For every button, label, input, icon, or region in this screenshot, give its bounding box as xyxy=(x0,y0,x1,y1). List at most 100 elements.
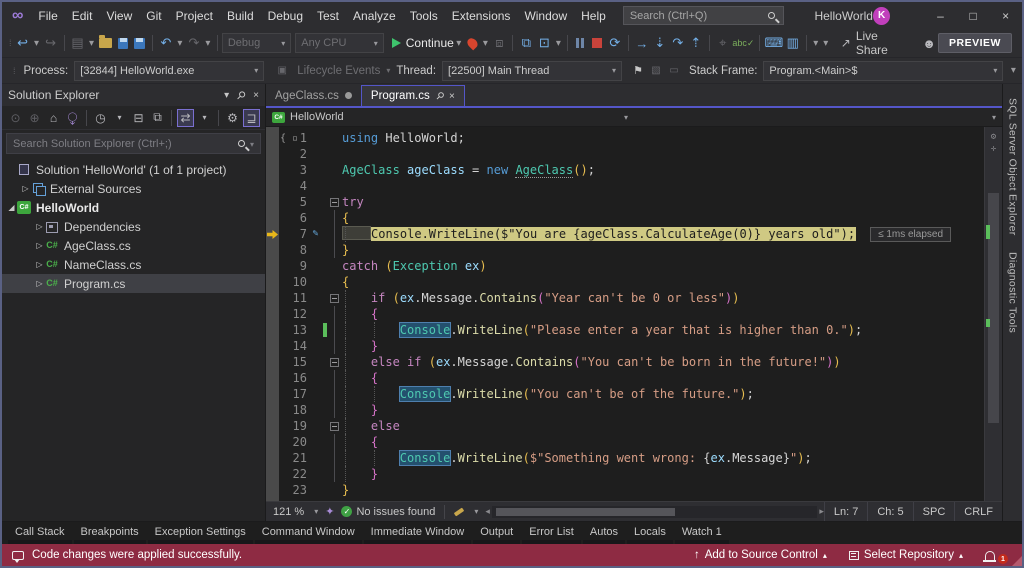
tool-tab-breakpoints[interactable]: Breakpoints xyxy=(73,525,146,544)
open-file-icon[interactable] xyxy=(99,35,112,48)
new-project-dropdown[interactable]: ▾ xyxy=(87,33,95,53)
navigate-back-dropdown[interactable]: ▾ xyxy=(33,33,41,53)
debugbar-overflow[interactable]: ▾ xyxy=(1009,61,1017,81)
collapse-all-icon[interactable]: ⊟ xyxy=(130,109,147,127)
search-input[interactable]: Search (Ctrl+Q) xyxy=(622,6,785,25)
outlining-margin[interactable] xyxy=(328,210,342,226)
breakpoint-gutter[interactable] xyxy=(266,386,279,402)
outlining-margin[interactable] xyxy=(328,178,342,194)
add-to-source-control-button[interactable]: ↑ Add to Source Control ▴ xyxy=(694,549,827,561)
breakpoint-gutter[interactable] xyxy=(266,194,279,210)
outlining-margin[interactable] xyxy=(328,386,342,402)
tool-tab-output[interactable]: Output xyxy=(473,525,521,544)
hot-reload-dropdown[interactable]: ▾ xyxy=(481,33,489,53)
account-avatar[interactable]: K xyxy=(872,6,891,25)
line-indicator[interactable]: Ln: 7 xyxy=(823,502,867,521)
tool-tab-autos[interactable]: Autos xyxy=(582,525,626,544)
step-out-icon[interactable]: ⇡ xyxy=(688,33,704,53)
intellisense-icon[interactable]: ✦ xyxy=(325,505,334,518)
breakpoint-gutter[interactable] xyxy=(266,306,279,322)
menu-item-build[interactable]: Build xyxy=(220,2,261,29)
tool-tab-command-window[interactable]: Command Window xyxy=(254,525,362,544)
stop-debugging-icon[interactable] xyxy=(592,38,602,48)
menu-item-view[interactable]: View xyxy=(99,2,139,29)
continue-icon[interactable] xyxy=(391,38,401,48)
collapse-box-icon[interactable] xyxy=(330,198,339,207)
editor-tab-program-cs[interactable]: Program.cs ⚲ × xyxy=(360,85,465,106)
sync-with-active-document-icon[interactable]: ⇄ xyxy=(177,108,194,127)
expand-arrow-icon[interactable]: ▷ xyxy=(20,184,31,193)
outlining-margin[interactable] xyxy=(328,258,342,274)
outlining-margin[interactable] xyxy=(328,226,342,242)
side-tab-sql-server-object-explorer[interactable]: SQL Server Object Explorer xyxy=(1007,90,1019,244)
tool-tab-exception-settings[interactable]: Exception Settings xyxy=(147,525,253,544)
outlining-margin[interactable] xyxy=(328,402,342,418)
expand-arrow-icon[interactable]: ▷ xyxy=(34,260,45,269)
breakpoint-gutter[interactable]: { ▫ xyxy=(266,130,298,146)
outlining-margin[interactable] xyxy=(328,130,342,146)
step-over-icon[interactable]: ↷ xyxy=(670,33,686,53)
flag-icon[interactable]: ⚑ xyxy=(630,61,646,81)
outlining-margin[interactable] xyxy=(328,306,342,322)
tool-tab-locals[interactable]: Locals xyxy=(627,525,673,544)
wrench-icon[interactable]: ⚙ xyxy=(224,109,241,127)
code-cleanup-button[interactable]: ▾ xyxy=(447,502,485,521)
breakpoint-gutter[interactable] xyxy=(266,418,279,434)
line-ending-indicator[interactable]: CRLF xyxy=(954,502,1002,521)
threads-in-source-icon[interactable]: ⌖ xyxy=(715,33,731,53)
breakpoint-gutter[interactable] xyxy=(266,370,279,386)
breakpoint-gutter[interactable] xyxy=(266,322,279,338)
menu-item-analyze[interactable]: Analyze xyxy=(346,2,403,29)
breakpoint-gutter[interactable] xyxy=(266,242,279,258)
outlining-margin[interactable] xyxy=(328,434,342,450)
properties-icon[interactable]: ⧉ xyxy=(149,109,166,127)
new-project-icon[interactable]: ▤ xyxy=(69,33,85,53)
configuration-dropdown[interactable]: Debug ▾ xyxy=(221,33,292,53)
filter-dropdown[interactable]: ▾ xyxy=(111,109,128,127)
undo-dropdown[interactable]: ▾ xyxy=(176,33,184,53)
expand-arrow-icon[interactable]: ◢ xyxy=(6,203,17,212)
window-preview-icon[interactable]: ⊡ xyxy=(536,33,552,53)
breakpoints-window-icon[interactable]: ⌨ xyxy=(764,33,783,53)
type-member-dropdown[interactable]: ▾ xyxy=(634,108,1002,126)
navigate-forward-icon[interactable]: ↪ xyxy=(43,33,59,53)
browser-link-icon[interactable]: ⧈ xyxy=(491,33,507,53)
pin-tab-icon[interactable]: ⚲ xyxy=(433,90,446,103)
outlining-margin[interactable] xyxy=(328,146,342,162)
expand-arrow-icon[interactable]: ▷ xyxy=(34,279,45,288)
redo-icon[interactable]: ↷ xyxy=(186,33,202,53)
tree-item-dependencies[interactable]: ▷ Dependencies xyxy=(2,217,265,236)
lifecycle-events-label[interactable]: Lifecycle Events xyxy=(297,65,380,77)
breakpoint-gutter[interactable] xyxy=(266,450,279,466)
code-editor[interactable]: { ▫ 1 using HelloWorld; 2 3 AgeClass ageClass… xyxy=(266,127,1002,501)
outlining-margin[interactable] xyxy=(328,194,342,210)
pin-panel-icon[interactable]: ⚲ xyxy=(234,88,249,102)
collapse-box-icon[interactable] xyxy=(330,358,339,367)
tree-item-program-cs[interactable]: ▷ C# Program.cs xyxy=(2,274,265,293)
tool-tab-watch-1[interactable]: Watch 1 xyxy=(674,525,729,544)
outlining-margin[interactable] xyxy=(328,418,342,434)
editor-tab-ageclass-cs[interactable]: AgeClass.cs xyxy=(266,85,361,106)
outlining-margin[interactable] xyxy=(328,242,342,258)
outlining-margin[interactable] xyxy=(328,290,342,306)
back-icon[interactable]: ⊙ xyxy=(7,109,24,127)
close-tab-icon[interactable]: × xyxy=(449,91,455,102)
outlining-margin[interactable] xyxy=(328,354,342,370)
breakpoint-gutter[interactable] xyxy=(266,178,279,194)
breakpoint-gutter[interactable] xyxy=(266,482,279,498)
process-dropdown[interactable]: [32844] HelloWorld.exe ▾ xyxy=(74,60,265,81)
breakpoint-gutter[interactable] xyxy=(266,354,279,370)
spaces-indicator[interactable]: SPC xyxy=(912,502,955,521)
breakpoint-gutter[interactable] xyxy=(266,338,279,354)
threads-icon[interactable]: ▧ xyxy=(648,61,664,81)
step-into-icon[interactable]: ⇣ xyxy=(652,33,668,53)
platform-dropdown[interactable]: Any CPU ▾ xyxy=(295,33,384,53)
multi-file-icon[interactable]: ⧉ xyxy=(518,33,534,53)
redo-dropdown[interactable]: ▾ xyxy=(204,33,212,53)
collapse-box-icon[interactable] xyxy=(330,422,339,431)
immediate-window-icon[interactable]: ▥ xyxy=(785,33,801,53)
toolbar-grip[interactable]: ⁞ xyxy=(6,38,14,48)
outlining-margin[interactable] xyxy=(328,450,342,466)
hot-reload-icon[interactable] xyxy=(465,36,480,50)
preview-selected-items-icon[interactable]: ⊒ xyxy=(243,108,260,127)
